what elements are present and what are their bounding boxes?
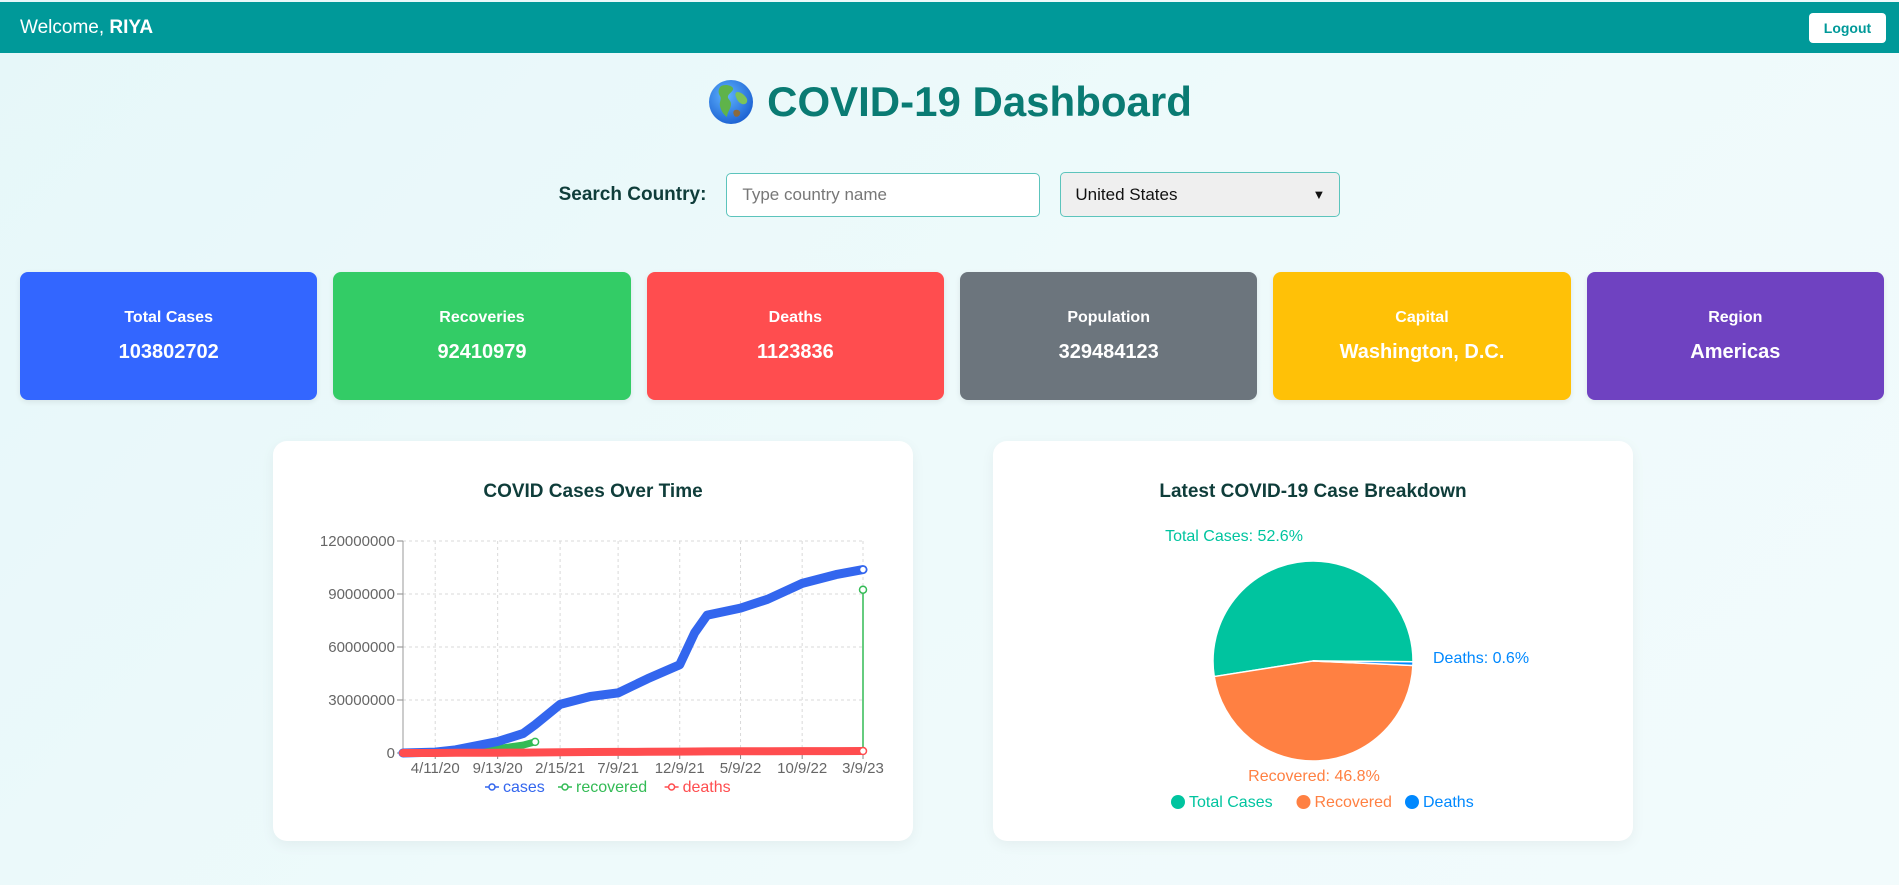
stat-card-recoveries: Recoveries 92410979: [333, 272, 631, 400]
stat-card-label: Recoveries: [439, 308, 525, 326]
legend-marker-cases: [488, 783, 496, 791]
welcome-prefix: Welcome,: [20, 16, 110, 38]
pie-slice-recovered: [1213, 660, 1414, 762]
legend-label-cases: cases: [503, 779, 545, 796]
legend-marker-recovered: [1296, 795, 1311, 809]
series-line-deaths: [399, 747, 867, 757]
legend-label-deaths: deaths: [683, 779, 731, 796]
y-tick-label: 0: [387, 745, 395, 762]
legend-label-recovered: Recovered: [1315, 794, 1392, 811]
stat-card-deaths: Deaths 1123836: [646, 272, 944, 400]
x-tick-label: 3/9/23: [842, 760, 884, 777]
stat-card-label: Total Cases: [124, 308, 213, 326]
stat-card-label: Capital: [1395, 308, 1449, 326]
series-point-recovered: [858, 585, 868, 594]
x-tick-label: 9/13/20: [473, 760, 523, 777]
legend-label-total-cases: Total Cases: [1189, 794, 1273, 811]
legend-marker-recovered: [561, 783, 569, 791]
globe-icon: [709, 80, 754, 124]
search-input[interactable]: [726, 172, 1041, 217]
line-chart: 120000000 90000000 60000000 30000000 0 4/11/2…: [320, 533, 884, 796]
stat-card-region: Region Americas: [1586, 272, 1884, 400]
pie-slice-total-cases: [1212, 560, 1414, 678]
stat-card-value: 103802702: [118, 340, 219, 363]
top-bar: Welcome, RIYA Logout: [0, 2, 1899, 53]
pie-chart-panel: Latest COVID-19 Case Breakdown Total Cas…: [993, 441, 1633, 841]
stat-card-value: 92410979: [437, 340, 527, 363]
x-tick-label: 5/9/22: [720, 760, 762, 777]
stat-card-value: 1123836: [756, 340, 834, 363]
title-row: COVID-19 Dashboard: [0, 78, 1899, 126]
country-select-value: United States: [1075, 184, 1178, 204]
logout-button[interactable]: Logout: [1809, 12, 1886, 43]
x-tick-label: 7/9/21: [597, 760, 639, 777]
x-tick-label: 10/9/22: [777, 760, 827, 777]
pie-label-total-cases: Total Cases: 52.6%: [1165, 528, 1303, 545]
stat-card-label: Region: [1708, 308, 1763, 326]
series-point-cases: [858, 565, 868, 574]
x-tick-label: 2/15/21: [535, 760, 585, 777]
line-chart-panel: COVID Cases Over Time 120000000 90000000 6…: [273, 441, 913, 841]
y-tick-label: 60000000: [328, 639, 395, 656]
search-row: Search Country: United States ▼: [0, 172, 1899, 217]
pie-label-deaths: Deaths: 0.6%: [1433, 650, 1529, 667]
y-tick-label: 30000000: [328, 692, 395, 709]
stat-cards: Total Cases 103802702 Recoveries 9241097…: [20, 272, 1884, 400]
series-line-cases: [398, 565, 868, 758]
series-point-recovered: [530, 737, 540, 747]
stat-card-label: Deaths: [768, 308, 822, 326]
x-tick-label: 4/11/20: [411, 760, 460, 777]
stat-card-value: Washington, D.C.: [1339, 340, 1505, 363]
stat-card-total-cases: Total Cases 103802702: [20, 272, 318, 400]
legend-label-deaths: Deaths: [1423, 794, 1474, 811]
stat-card-value: 329484123: [1058, 340, 1159, 363]
y-tick-label: 90000000: [328, 586, 395, 603]
country-select[interactable]: United States ▼: [1060, 172, 1341, 217]
stat-card-label: Population: [1067, 308, 1150, 326]
legend-label-recovered: recovered: [576, 779, 647, 796]
chevron-down-icon: ▼: [1312, 187, 1326, 202]
legend-marker-deaths: [667, 783, 676, 791]
pie-label-recovered: Recovered: 46.8%: [1248, 768, 1380, 785]
legend-marker-deaths: [1405, 795, 1419, 809]
stat-card-value: Americas: [1690, 340, 1781, 363]
stat-card-population: Population 329484123: [959, 272, 1258, 400]
welcome-text: Welcome, RIYA: [20, 17, 153, 39]
legend-marker-total-cases: [1171, 795, 1185, 809]
stat-card-capital: Capital Washington, D.C.: [1273, 272, 1571, 400]
username: RIYA: [109, 16, 154, 38]
x-tick-label: 12/9/21: [655, 760, 705, 777]
pie-chart: Total Cases: 52.6% Recovered: 46.8% Deaths…: [1165, 528, 1529, 811]
search-label: Search Country:: [558, 183, 707, 205]
y-tick-label: 120000000: [320, 533, 395, 550]
series-point-deaths: [858, 746, 868, 756]
page-title: COVID-19 Dashboard: [767, 78, 1192, 125]
